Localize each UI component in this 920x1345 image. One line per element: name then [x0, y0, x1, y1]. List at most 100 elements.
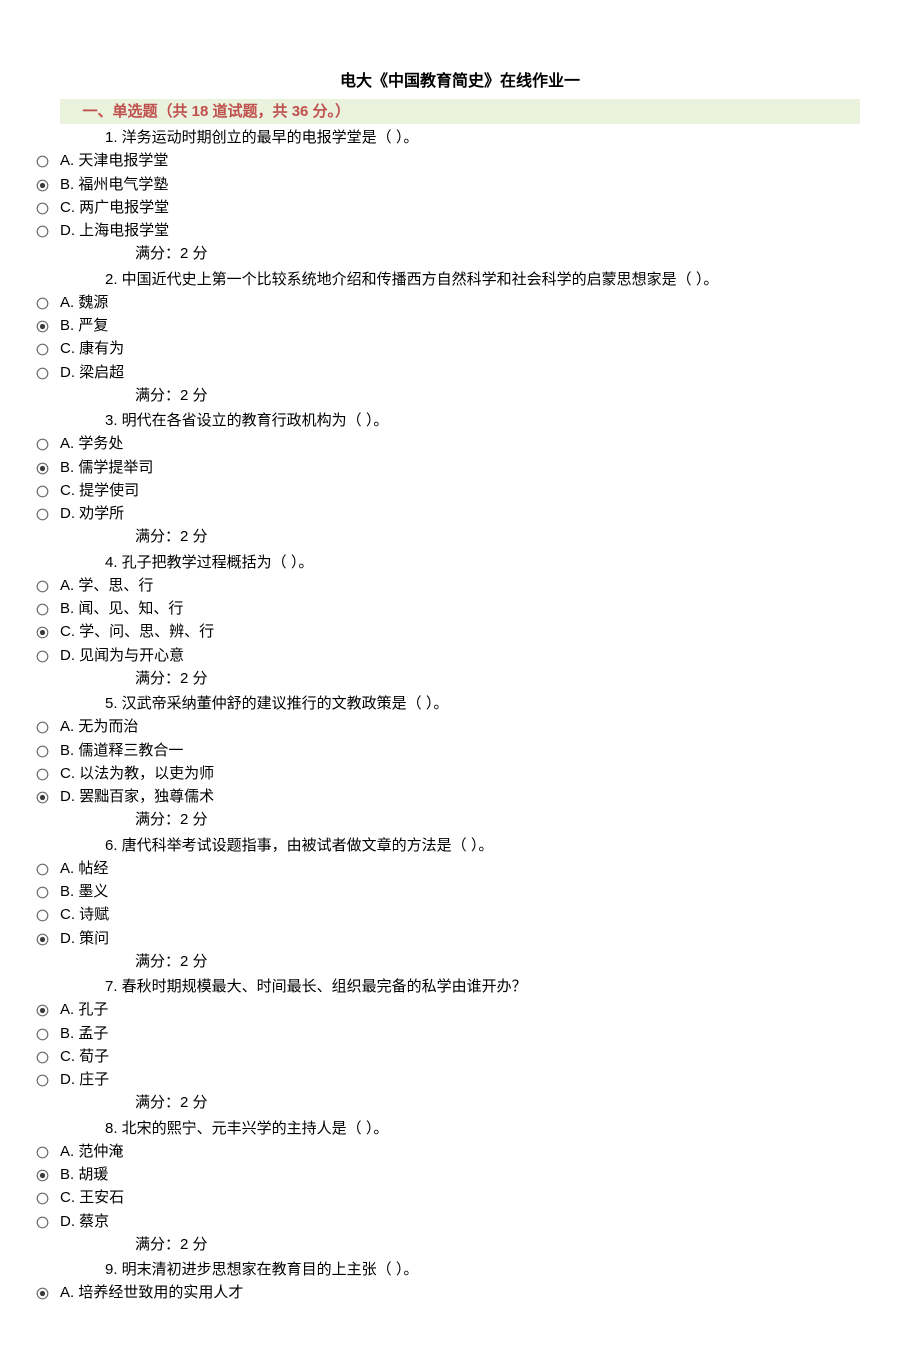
option-label: D. 庄子 — [60, 1068, 109, 1091]
option-row[interactable]: C. 王安石 — [32, 1186, 860, 1209]
radio-unchecked-icon[interactable] — [32, 863, 52, 876]
option-label: A. 范仲淹 — [60, 1140, 123, 1163]
option-row[interactable]: C. 两广电报学堂 — [32, 196, 860, 219]
radio-checked-icon[interactable] — [32, 1287, 52, 1300]
option-label: D. 上海电报学堂 — [60, 219, 169, 242]
option-row[interactable]: D. 策问 — [32, 927, 860, 950]
option-row[interactable]: A. 培养经世致用的实用人才 — [32, 1281, 860, 1304]
option-row[interactable]: C. 康有为 — [32, 337, 860, 360]
option-label: C. 康有为 — [60, 337, 124, 360]
option-label: B. 儒道释三教合一 — [60, 739, 183, 762]
score-label: 满分：2 分 — [60, 1233, 860, 1256]
option-row[interactable]: D. 劝学所 — [32, 502, 860, 525]
score-label: 满分：2 分 — [60, 950, 860, 973]
radio-checked-icon[interactable] — [32, 1169, 52, 1182]
radio-unchecked-icon[interactable] — [32, 768, 52, 781]
question-stem: 9. 明末清初进步思想家在教育目的上主张（ ）。 — [60, 1258, 860, 1281]
radio-unchecked-icon[interactable] — [32, 1074, 52, 1087]
radio-unchecked-icon[interactable] — [32, 1051, 52, 1064]
option-label: C. 以法为教，以吏为师 — [60, 762, 214, 785]
radio-unchecked-icon[interactable] — [32, 886, 52, 899]
option-row[interactable]: C. 荀子 — [32, 1045, 860, 1068]
option-row[interactable]: D. 庄子 — [32, 1068, 860, 1091]
radio-unchecked-icon[interactable] — [32, 297, 52, 310]
radio-checked-icon[interactable] — [32, 179, 52, 192]
option-label: B. 胡瑗 — [60, 1163, 108, 1186]
option-row[interactable]: B. 严复 — [32, 314, 860, 337]
option-row[interactable]: D. 蔡京 — [32, 1210, 860, 1233]
radio-unchecked-icon[interactable] — [32, 438, 52, 451]
option-label: B. 儒学提举司 — [60, 456, 153, 479]
radio-checked-icon[interactable] — [32, 933, 52, 946]
option-row[interactable]: B. 闻、见、知、行 — [32, 597, 860, 620]
option-label: A. 学、思、行 — [60, 574, 153, 597]
question-stem: 5. 汉武帝采纳董仲舒的建议推行的文教政策是（ ）。 — [60, 692, 860, 715]
option-row[interactable]: B. 福州电气学塾 — [32, 173, 860, 196]
option-row[interactable]: D. 见闻为与开心意 — [32, 644, 860, 667]
option-label: A. 魏源 — [60, 291, 108, 314]
radio-unchecked-icon[interactable] — [32, 202, 52, 215]
option-label: B. 闻、见、知、行 — [60, 597, 183, 620]
score-label: 满分：2 分 — [60, 384, 860, 407]
option-row[interactable]: C. 学、问、思、辨、行 — [32, 620, 860, 643]
option-row[interactable]: A. 孔子 — [32, 998, 860, 1021]
radio-checked-icon[interactable] — [32, 320, 52, 333]
radio-unchecked-icon[interactable] — [32, 1028, 52, 1041]
question-stem: 7. 春秋时期规模最大、时间最长、组织最完备的私学由谁开办？ — [60, 975, 860, 998]
option-label: D. 见闻为与开心意 — [60, 644, 184, 667]
option-label: D. 梁启超 — [60, 361, 124, 384]
option-row[interactable]: A. 帖经 — [32, 857, 860, 880]
option-label: B. 严复 — [60, 314, 108, 337]
radio-unchecked-icon[interactable] — [32, 721, 52, 734]
option-label: B. 孟子 — [60, 1022, 108, 1045]
option-row[interactable]: C. 诗赋 — [32, 903, 860, 926]
radio-unchecked-icon[interactable] — [32, 745, 52, 758]
option-row[interactable]: B. 墨义 — [32, 880, 860, 903]
option-label: B. 福州电气学塾 — [60, 173, 168, 196]
radio-unchecked-icon[interactable] — [32, 650, 52, 663]
option-row[interactable]: B. 孟子 — [32, 1022, 860, 1045]
score-label: 满分：2 分 — [60, 242, 860, 265]
radio-unchecked-icon[interactable] — [32, 603, 52, 616]
score-label: 满分：2 分 — [60, 525, 860, 548]
option-row[interactable]: A. 无为而治 — [32, 715, 860, 738]
option-row[interactable]: A. 学务处 — [32, 432, 860, 455]
radio-checked-icon[interactable] — [32, 791, 52, 804]
score-label: 满分：2 分 — [60, 808, 860, 831]
radio-checked-icon[interactable] — [32, 1004, 52, 1017]
radio-checked-icon[interactable] — [32, 626, 52, 639]
section-header: 一、单选题（共 18 道试题，共 36 分。） — [60, 99, 860, 124]
option-row[interactable]: B. 胡瑗 — [32, 1163, 860, 1186]
option-label: A. 帖经 — [60, 857, 108, 880]
option-label: C. 学、问、思、辨、行 — [60, 620, 214, 643]
option-row[interactable]: B. 儒道释三教合一 — [32, 739, 860, 762]
option-row[interactable]: A. 学、思、行 — [32, 574, 860, 597]
option-label: C. 诗赋 — [60, 903, 109, 926]
option-row[interactable]: C. 提学使司 — [32, 479, 860, 502]
option-row[interactable]: D. 上海电报学堂 — [32, 219, 860, 242]
radio-unchecked-icon[interactable] — [32, 909, 52, 922]
radio-unchecked-icon[interactable] — [32, 1192, 52, 1205]
option-row[interactable]: D. 梁启超 — [32, 361, 860, 384]
radio-unchecked-icon[interactable] — [32, 367, 52, 380]
option-row[interactable]: B. 儒学提举司 — [32, 456, 860, 479]
question-stem: 4. 孔子把教学过程概括为（ ）。 — [60, 551, 860, 574]
radio-unchecked-icon[interactable] — [32, 580, 52, 593]
question-stem: 2. 中国近代史上第一个比较系统地介绍和传播西方自然科学和社会科学的启蒙思想家是… — [60, 268, 860, 291]
option-row[interactable]: D. 罢黜百家，独尊儒术 — [32, 785, 860, 808]
radio-unchecked-icon[interactable] — [32, 485, 52, 498]
option-row[interactable]: A. 范仲淹 — [32, 1140, 860, 1163]
radio-unchecked-icon[interactable] — [32, 155, 52, 168]
radio-checked-icon[interactable] — [32, 462, 52, 475]
option-row[interactable]: C. 以法为教，以吏为师 — [32, 762, 860, 785]
radio-unchecked-icon[interactable] — [32, 508, 52, 521]
radio-unchecked-icon[interactable] — [32, 1216, 52, 1229]
radio-unchecked-icon[interactable] — [32, 225, 52, 238]
option-row[interactable]: A. 魏源 — [32, 291, 860, 314]
question-stem: 3. 明代在各省设立的教育行政机构为（ ）。 — [60, 409, 860, 432]
question-list: 1. 洋务运动时期创立的最早的电报学堂是（ ）。A. 天津电报学堂B. 福州电气… — [60, 126, 860, 1305]
radio-unchecked-icon[interactable] — [32, 343, 52, 356]
radio-unchecked-icon[interactable] — [32, 1146, 52, 1159]
option-label: C. 王安石 — [60, 1186, 124, 1209]
option-row[interactable]: A. 天津电报学堂 — [32, 149, 860, 172]
